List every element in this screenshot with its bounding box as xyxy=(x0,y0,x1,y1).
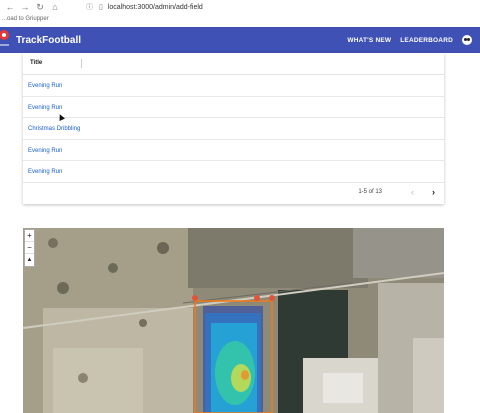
avatar-icon[interactable] xyxy=(462,35,472,45)
activity-title-link[interactable]: Christmas Dribbling xyxy=(28,126,80,132)
satellite-imagery xyxy=(23,228,444,413)
pagination: 1-5 of 13 ‹ › xyxy=(358,182,444,202)
logo-icon[interactable] xyxy=(0,27,10,49)
brand-title[interactable]: TrackFootball xyxy=(16,35,81,46)
title-column-header[interactable]: Title xyxy=(30,60,42,66)
back-icon[interactable]: ← xyxy=(5,2,15,12)
column-divider xyxy=(81,59,82,68)
previous-page-button[interactable]: ‹ xyxy=(402,187,423,197)
table-header: Title xyxy=(23,53,444,75)
browser-toolbar: ← → ↻ ⌂ ⓘ ▯ localhost:3000/admin/add-fie… xyxy=(0,0,480,14)
activity-title-link[interactable]: Evening Run xyxy=(28,83,62,89)
whats-new-link[interactable]: WHAT'S NEW xyxy=(347,37,391,44)
activity-title-link[interactable]: Evening Run xyxy=(28,169,62,175)
reset-north-button[interactable]: ▲ xyxy=(25,254,34,266)
next-page-button[interactable]: › xyxy=(423,187,444,197)
table-row[interactable]: Evening Run xyxy=(23,97,444,118)
zoom-in-button[interactable]: + xyxy=(25,230,34,242)
activity-title-link[interactable]: Evening Run xyxy=(28,105,62,111)
table-row[interactable]: Evening Run xyxy=(23,161,444,183)
table-row[interactable]: Evening Run xyxy=(23,140,444,161)
forward-icon[interactable]: → xyxy=(20,2,30,12)
table-row[interactable]: Christmas Dribbling xyxy=(23,118,444,140)
heatmap-overlay xyxy=(203,306,263,413)
page-icon: ▯ xyxy=(99,4,103,11)
boundary-marker-icon[interactable] xyxy=(269,295,275,301)
leaderboard-link[interactable]: LEADERBOARD xyxy=(400,37,453,44)
boundary-marker-icon[interactable] xyxy=(254,295,260,301)
home-icon[interactable]: ⌂ xyxy=(50,2,60,12)
activities-table: Title Evening Run Evening Run Christmas … xyxy=(23,53,444,204)
map-view[interactable]: + − ▲ xyxy=(23,228,444,413)
table-row[interactable]: Evening Run xyxy=(23,75,444,97)
zoom-out-button[interactable]: − xyxy=(25,242,34,254)
map-zoom-control: + − ▲ xyxy=(24,229,35,267)
app-header: TrackFootball WHAT'S NEW LEADERBOARD xyxy=(0,27,480,53)
activity-title-link[interactable]: Evening Run xyxy=(28,148,62,154)
page-info-icon[interactable]: ⓘ xyxy=(86,2,93,12)
pagination-label: 1-5 of 13 xyxy=(358,189,382,195)
bookmark-item[interactable]: ...oad to Griupper xyxy=(0,14,480,27)
boundary-marker-icon[interactable] xyxy=(192,295,198,301)
url-bar[interactable]: localhost:3000/admin/add-field xyxy=(108,4,203,11)
reload-icon[interactable]: ↻ xyxy=(35,2,45,13)
